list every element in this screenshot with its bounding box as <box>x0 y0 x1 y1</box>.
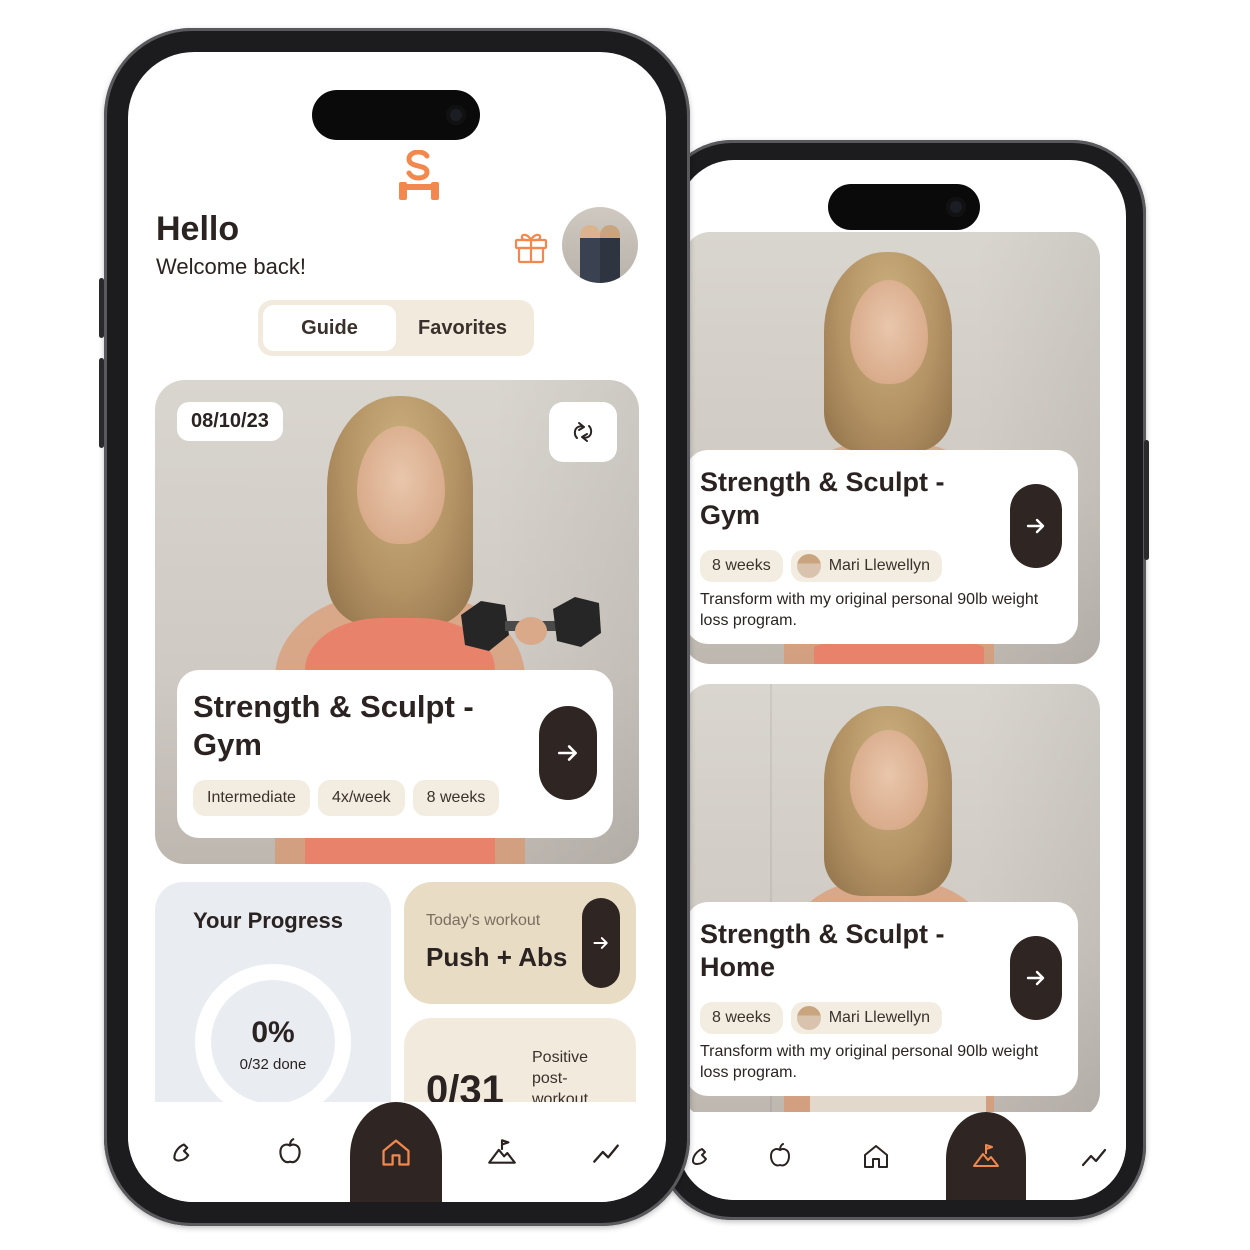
program-info-card: Strength & Sculpt - Gym 8 weeks Mari Lle… <box>686 450 1078 644</box>
program-title: Strength & Sculpt - Gym <box>700 467 945 530</box>
dumbbell-image <box>461 597 601 651</box>
featured-title: Strength & Sculpt - Gym <box>193 689 474 762</box>
program-title: Strength & Sculpt - Home <box>700 919 945 982</box>
dynamic-island <box>828 184 980 230</box>
bottom-nav <box>678 1112 1126 1200</box>
level-chip: Intermediate <box>193 780 310 816</box>
dumbbell-icon <box>692 1148 707 1165</box>
coach-name: Mari Llewellyn <box>828 557 931 574</box>
refresh-button[interactable] <box>549 402 617 462</box>
coach-avatar <box>796 554 821 578</box>
trend-icon <box>593 1144 619 1163</box>
programs-screen: Strength & Sculpt - Gym 8 weeks Mari Lle… <box>678 160 1126 1200</box>
featured-info-card: Strength & Sculpt - Gym Intermediate 4x/… <box>177 670 613 838</box>
app-logo <box>399 150 439 200</box>
trend-icon <box>1081 1148 1107 1167</box>
nav-goals[interactable] <box>956 1126 1016 1186</box>
progress-percent: 0% <box>251 1016 295 1049</box>
arrow-right-icon <box>593 937 608 949</box>
duration-chip: 8 weeks <box>412 780 500 816</box>
program-card-home[interactable]: Strength & Sculpt - Home 8 weeks Mari Ll… <box>684 684 1100 1118</box>
volume-up-button <box>99 278 104 338</box>
volume-down-button <box>99 358 104 448</box>
home-icon <box>382 1139 410 1166</box>
power-button <box>1144 440 1149 560</box>
today-workout-card[interactable]: Today's workout Push + Abs <box>404 882 636 1004</box>
progress-title: Your Progress <box>193 908 343 933</box>
tab-guide[interactable]: Guide <box>263 305 396 351</box>
coach-chip: Mari Llewellyn <box>790 550 943 582</box>
mountain-flag-icon <box>973 1144 999 1167</box>
nav-nutrition[interactable] <box>260 1122 320 1182</box>
apple-icon <box>279 1138 301 1164</box>
mountain-flag-icon <box>488 1139 516 1164</box>
phone-primary: Hello Welcome back! Guide Favorites 08/1… <box>99 28 690 1226</box>
open-program-button[interactable] <box>1010 936 1062 1020</box>
progress-done: 0/32 done <box>239 1056 307 1073</box>
program-description: Transform with my original personal 90lb… <box>700 1043 1039 1081</box>
bottom-nav <box>128 1102 666 1202</box>
dumbbell-icon <box>173 1143 190 1162</box>
today-label: Today's workout <box>426 912 541 929</box>
nav-home[interactable] <box>846 1126 906 1186</box>
duration-chip: 8 weeks <box>700 1002 783 1034</box>
featured-program-card[interactable]: 08/10/23 Strength & Sculpt - Gym Interme… <box>155 380 639 864</box>
start-workout-button[interactable] <box>582 898 620 988</box>
date-badge: 08/10/23 <box>177 402 283 441</box>
apple-icon <box>770 1143 790 1167</box>
open-program-button[interactable] <box>1010 484 1062 568</box>
program-info-card: Strength & Sculpt - Home 8 weeks Mari Ll… <box>686 902 1078 1096</box>
arrow-right-icon <box>1026 518 1045 534</box>
nav-home[interactable] <box>366 1122 426 1182</box>
dynamic-island <box>312 90 480 140</box>
duration-chip: 8 weeks <box>700 550 783 582</box>
nav-workouts[interactable] <box>154 1122 214 1182</box>
program-card-gym[interactable]: Strength & Sculpt - Gym 8 weeks Mari Lle… <box>684 232 1100 664</box>
profile-avatar[interactable] <box>562 207 638 283</box>
progress-ring: 0% 0/32 done <box>195 964 351 1120</box>
nav-goals[interactable] <box>472 1122 532 1182</box>
nav-progress[interactable] <box>1064 1126 1124 1186</box>
segmented-tabs: Guide Favorites <box>258 300 534 356</box>
refresh-icon <box>573 422 593 442</box>
home-icon <box>864 1145 888 1168</box>
greeting-subtitle: Welcome back! <box>156 254 306 279</box>
arrow-right-icon <box>1026 970 1045 986</box>
phone-secondary: Strength & Sculpt - Gym 8 weeks Mari Lle… <box>658 140 1149 1220</box>
nav-nutrition[interactable] <box>750 1126 810 1186</box>
greeting-title: Hello <box>156 210 240 248</box>
coach-avatar <box>796 1006 821 1030</box>
program-description: Transform with my original personal 90lb… <box>700 591 1039 629</box>
arrow-right-icon <box>557 745 577 761</box>
coach-chip: Mari Llewellyn <box>790 1002 943 1034</box>
today-title: Push + Abs <box>426 942 568 972</box>
open-featured-button[interactable] <box>539 706 597 800</box>
tab-favorites[interactable]: Favorites <box>396 305 529 351</box>
coach-name: Mari Llewellyn <box>828 1009 931 1026</box>
frequency-chip: 4x/week <box>317 780 405 816</box>
nav-progress[interactable] <box>576 1122 636 1182</box>
home-screen: Hello Welcome back! Guide Favorites 08/1… <box>128 52 666 1202</box>
gift-icon[interactable] <box>511 226 551 266</box>
